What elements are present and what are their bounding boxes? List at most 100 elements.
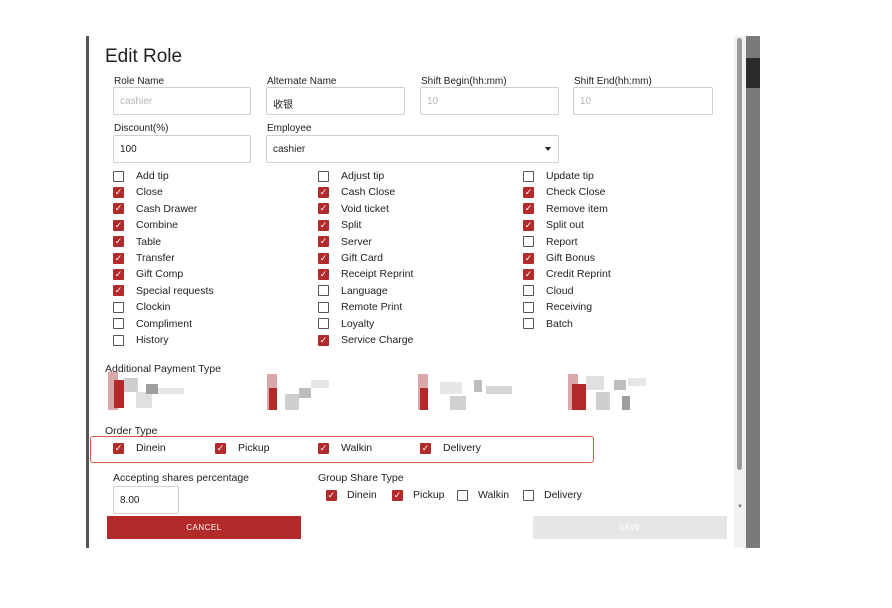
checked-icon[interactable]: ✓ [318,268,329,280]
unchecked-icon[interactable] [318,301,329,313]
checked-icon[interactable]: ✓ [523,252,534,264]
checked-icon[interactable]: ✓ [523,268,534,280]
scroll-down-arrow-icon[interactable]: ▼ [737,504,743,510]
checked-icon[interactable]: ✓ [215,442,226,454]
checkbox-gift-card[interactable]: ✓ Gift Card [318,252,383,264]
shift-begin-label: Shift Begin(hh:mm) [421,76,507,87]
checkbox-service-charge[interactable]: ✓ Service Charge [318,334,413,346]
checkbox-label: Server [341,235,372,248]
checked-icon[interactable]: ✓ [523,203,534,215]
unchecked-icon[interactable] [523,318,534,330]
checkbox-split-out[interactable]: ✓ Split out [523,219,584,231]
unchecked-icon[interactable] [113,301,124,313]
checkbox-pickup[interactable]: ✓ Pickup [215,442,270,454]
checkbox-receipt-reprint[interactable]: ✓ Receipt Reprint [318,268,413,280]
checkbox-delivery[interactable]: Delivery [523,489,582,501]
unchecked-icon[interactable] [113,170,124,182]
checkbox-remove-item[interactable]: ✓ Remove item [523,203,608,215]
checked-icon[interactable]: ✓ [318,334,329,346]
checkbox-credit-reprint[interactable]: ✓ Credit Reprint [523,268,611,280]
checkbox-walkin[interactable]: ✓ Walkin [318,442,372,454]
checked-icon[interactable]: ✓ [113,268,124,280]
checkbox-remote-print[interactable]: Remote Print [318,301,402,313]
checkbox-label: Loyalty [341,317,375,330]
checkbox-history[interactable]: History [113,334,169,346]
checkbox-transfer[interactable]: ✓ Transfer [113,252,175,264]
unchecked-icon[interactable] [523,236,534,248]
dialog-scrollbar[interactable]: ▼ [734,36,746,548]
checked-icon[interactable]: ✓ [318,203,329,215]
checkbox-cash-drawer[interactable]: ✓ Cash Drawer [113,203,197,215]
checkbox-language[interactable]: Language [318,285,388,297]
employee-select[interactable]: cashier [266,135,559,163]
checkbox-pickup[interactable]: ✓ Pickup [392,489,445,501]
checked-icon[interactable]: ✓ [113,252,124,264]
checkbox-close[interactable]: ✓ Close [113,186,163,198]
checkbox-walkin[interactable]: Walkin [457,489,509,501]
checkbox-report[interactable]: Report [523,236,578,248]
checked-icon[interactable]: ✓ [113,203,124,215]
checked-icon[interactable]: ✓ [318,252,329,264]
checkbox-cash-close[interactable]: ✓ Cash Close [318,186,395,198]
shift-begin-input[interactable]: 10 [420,87,559,115]
alternate-name-input[interactable]: 收银 [266,87,405,115]
checked-icon[interactable]: ✓ [113,285,124,297]
checkbox-loyalty[interactable]: Loyalty [318,318,374,330]
checked-icon[interactable]: ✓ [326,489,337,501]
checked-icon[interactable]: ✓ [523,219,534,231]
checked-icon[interactable]: ✓ [318,236,329,248]
checkbox-clockin[interactable]: Clockin [113,301,170,313]
checkbox-table[interactable]: ✓ Table [113,236,161,248]
checked-icon[interactable]: ✓ [318,442,329,454]
save-button[interactable]: SAVE [533,516,727,539]
checkbox-special-requests[interactable]: ✓ Special requests [113,285,214,297]
checked-icon[interactable]: ✓ [318,219,329,231]
checkbox-cloud[interactable]: Cloud [523,285,573,297]
unchecked-icon[interactable] [113,318,124,330]
unchecked-icon[interactable] [113,334,124,346]
checkbox-gift-bonus[interactable]: ✓ Gift Bonus [523,252,595,264]
checked-icon[interactable]: ✓ [318,186,329,198]
checkbox-void-ticket[interactable]: ✓ Void ticket [318,203,389,215]
payment-type-icon-3[interactable] [416,374,516,412]
checkbox-gift-comp[interactable]: ✓ Gift Comp [113,268,183,280]
checkbox-combine[interactable]: ✓ Combine [113,219,178,231]
accepting-shares-input[interactable]: 8.00 [113,486,179,514]
checkbox-update-tip[interactable]: Update tip [523,170,594,182]
unchecked-icon[interactable] [523,301,534,313]
discount-input[interactable]: 100 [113,135,251,163]
checkbox-receiving[interactable]: Receiving [523,301,592,313]
checked-icon[interactable]: ✓ [113,442,124,454]
scrollbar-thumb[interactable] [737,38,742,470]
unchecked-icon[interactable] [318,285,329,297]
chevron-down-icon[interactable] [545,147,551,151]
checkbox-server[interactable]: ✓ Server [318,236,372,248]
checkbox-batch[interactable]: Batch [523,318,573,330]
role-name-input[interactable]: cashier [113,87,251,115]
unchecked-icon[interactable] [523,170,534,182]
checkbox-dinein[interactable]: ✓ Dinein [113,442,166,454]
checked-icon[interactable]: ✓ [420,442,431,454]
checked-icon[interactable]: ✓ [113,186,124,198]
checkbox-adjust-tip[interactable]: Adjust tip [318,170,384,182]
checkbox-compliment[interactable]: Compliment [113,318,192,330]
cancel-button[interactable]: CANCEL [107,516,301,539]
shift-end-input[interactable]: 10 [573,87,713,115]
payment-type-icon-1[interactable] [106,372,190,412]
checkbox-delivery[interactable]: ✓ Delivery [420,442,481,454]
checked-icon[interactable]: ✓ [392,489,403,501]
checked-icon[interactable]: ✓ [113,219,124,231]
unchecked-icon[interactable] [457,489,468,501]
unchecked-icon[interactable] [523,489,534,501]
checked-icon[interactable]: ✓ [523,186,534,198]
checkbox-add-tip[interactable]: Add tip [113,170,169,182]
unchecked-icon[interactable] [318,170,329,182]
payment-type-icon-2[interactable] [265,374,335,412]
unchecked-icon[interactable] [523,285,534,297]
payment-type-icon-4[interactable] [566,374,650,412]
checkbox-dinein[interactable]: ✓ Dinein [326,489,377,501]
unchecked-icon[interactable] [318,318,329,330]
checked-icon[interactable]: ✓ [113,236,124,248]
checkbox-check-close[interactable]: ✓ Check Close [523,186,606,198]
checkbox-split[interactable]: ✓ Split [318,219,361,231]
